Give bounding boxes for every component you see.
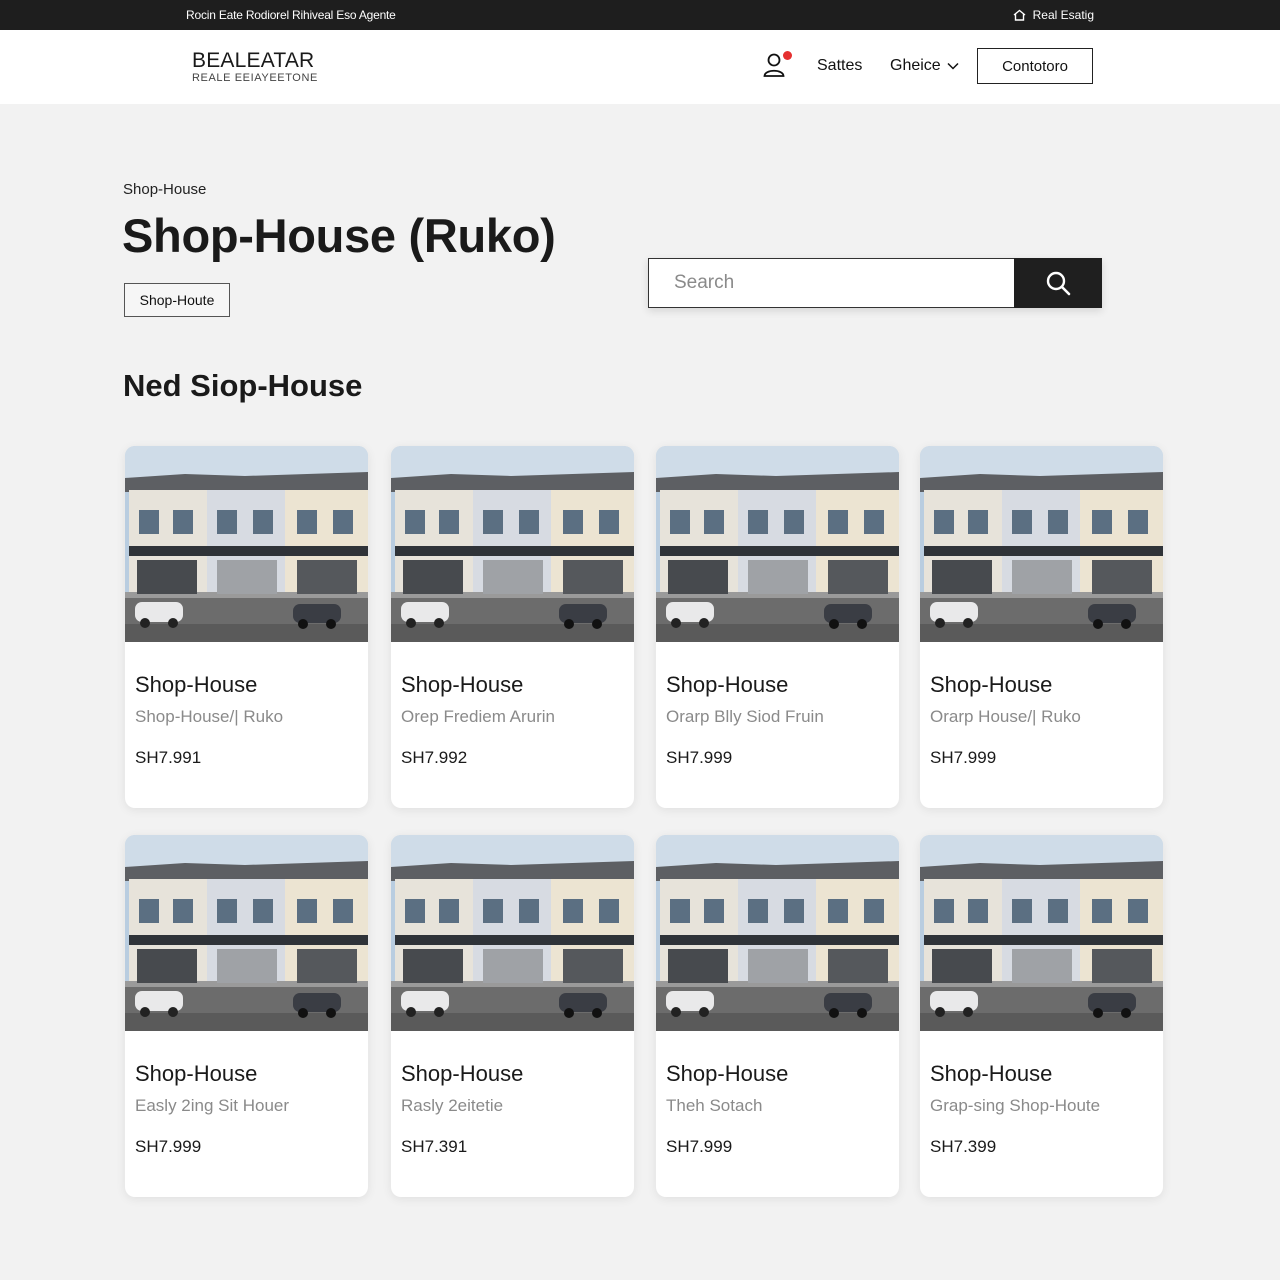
listing-card[interactable]: Shop-House Rasly 2eitetie SH7.391	[391, 835, 634, 1197]
page-title: Shop-House (Ruko)	[122, 209, 556, 262]
listing-card[interactable]: Shop-House Orep Frediem Arurin SH7.992	[391, 446, 634, 808]
listing-subtitle: Easly 2ing Sit Houer	[135, 1096, 290, 1115]
listing-subtitle: Orarp House/| Ruko	[930, 707, 1081, 726]
listing-photo	[656, 835, 899, 1031]
listing-photo	[125, 835, 368, 1031]
search-input[interactable]	[648, 258, 1014, 308]
chevron-down-icon	[947, 62, 959, 70]
listing-photo	[920, 835, 1163, 1031]
listing-photo	[391, 835, 634, 1031]
listing-photo	[656, 446, 899, 642]
listing-price: SH7.991	[135, 748, 202, 767]
listing-price: SH7.992	[401, 748, 468, 767]
listing-title: Shop-House	[135, 1061, 258, 1086]
listing-photo	[920, 446, 1163, 642]
listing-price: SH7.999	[666, 748, 733, 767]
search-bar	[648, 258, 1102, 308]
listing-subtitle: Shop-House/| Ruko	[135, 707, 284, 726]
listing-title: Shop-House	[401, 672, 524, 697]
listing-price: SH7.999	[930, 748, 997, 767]
nav-sales[interactable]: Sattes	[817, 57, 862, 75]
listing-subtitle: Theh Sotach	[666, 1096, 763, 1115]
listing-photo	[391, 446, 634, 642]
listing-card[interactable]: Shop-House Shop-House/| Ruko SH7.991	[125, 446, 368, 808]
category-tag[interactable]: Shop-Houte	[124, 283, 230, 317]
notification-dot	[783, 51, 792, 60]
listing-price: SH7.391	[401, 1137, 468, 1156]
topbar-link-label: Real Esatig	[1032, 8, 1094, 22]
listing-title: Shop-House	[401, 1061, 524, 1086]
listing-card[interactable]: Shop-House Easly 2ing Sit Houer SH7.999	[125, 835, 368, 1197]
listing-price: SH7.399	[930, 1137, 997, 1156]
listing-title: Shop-House	[930, 1061, 1053, 1086]
logo-name: BEALEATAR	[192, 49, 315, 72]
section-title: Ned Siop-House	[123, 368, 363, 403]
listing-subtitle: Orarp Blly Siod Fruin	[666, 707, 824, 726]
contact-button[interactable]: Contotoro	[977, 48, 1093, 84]
listing-title: Shop-House	[930, 672, 1053, 697]
listing-title: Shop-House	[135, 672, 258, 697]
nav-choice-dropdown[interactable]: Gheice	[890, 57, 959, 75]
top-bar: Rocin Eate Rodiorel Rihiveal Eso Agente …	[0, 0, 1280, 30]
search-button[interactable]	[1014, 258, 1102, 308]
listing-price: SH7.999	[135, 1137, 202, 1156]
logo[interactable]: BEALEATAR REALE EEIAYEETONE	[192, 49, 318, 85]
home-icon	[1013, 9, 1026, 21]
site-header: BEALEATAR REALE EEIAYEETONE Sattes Gheic…	[0, 30, 1280, 104]
listing-card[interactable]: Shop-House Theh Sotach SH7.999	[656, 835, 899, 1197]
listing-title: Shop-House	[666, 1061, 789, 1086]
listing-subtitle: Orep Frediem Arurin	[401, 707, 555, 726]
listing-photo	[125, 446, 368, 642]
listing-title: Shop-House	[666, 672, 789, 697]
topbar-tagline: Rocin Eate Rodiorel Rihiveal Eso Agente	[186, 8, 396, 22]
breadcrumb[interactable]: Shop-House	[123, 181, 206, 198]
logo-tagline: REALE EEIAYEETONE	[192, 72, 318, 84]
account-button[interactable]	[762, 51, 792, 82]
listing-subtitle: Grap-sing Shop-Houte	[930, 1096, 1101, 1115]
listing-subtitle: Rasly 2eitetie	[401, 1096, 504, 1115]
topbar-link[interactable]: Real Esatig	[1013, 8, 1094, 22]
listing-card[interactable]: Shop-House Orarp House/| Ruko SH7.999	[920, 446, 1163, 808]
search-icon	[1046, 271, 1071, 296]
nav-choice-label: Gheice	[890, 57, 941, 74]
listing-price: SH7.999	[666, 1137, 733, 1156]
listing-card[interactable]: Shop-House Orarp Blly Siod Fruin SH7.999	[656, 446, 899, 808]
listing-card[interactable]: Shop-House Grap-sing Shop-Houte SH7.399	[920, 835, 1163, 1197]
